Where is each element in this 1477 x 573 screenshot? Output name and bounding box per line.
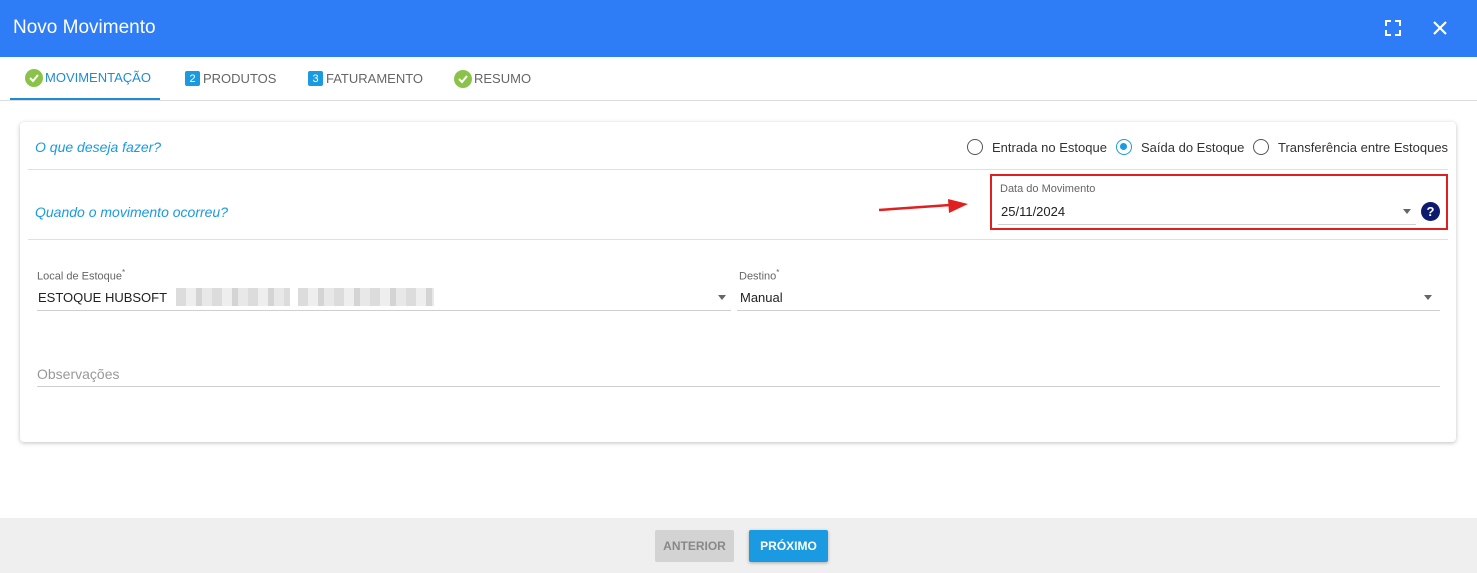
step-number-badge: 2	[185, 71, 200, 86]
chevron-down-icon[interactable]	[1424, 295, 1432, 300]
close-icon[interactable]	[1430, 18, 1450, 38]
question-what: O que deseja fazer?	[35, 139, 162, 155]
date-field[interactable]: 25/11/2024	[1001, 204, 1065, 219]
chevron-down-icon[interactable]	[718, 295, 726, 300]
divider	[28, 239, 1448, 240]
check-icon	[454, 69, 472, 88]
radio-label: Saída do Estoque	[1141, 139, 1245, 155]
fullscreen-icon[interactable]	[1383, 18, 1403, 38]
dialog-footer	[0, 518, 1477, 573]
radio-label: Transferência entre Estoques	[1278, 139, 1449, 155]
tab-produtos[interactable]: 2 PRODUTOS	[185, 57, 276, 100]
dialog-title: Novo Movimento	[13, 17, 156, 38]
radio-transferencia[interactable]: Transferência entre Estoques	[1253, 139, 1448, 155]
redacted-text	[298, 288, 434, 306]
local-estoque-select[interactable]: ESTOQUE HUBSOFT	[38, 290, 167, 305]
tab-label: MOVIMENTAÇÃO	[45, 70, 151, 85]
divider	[28, 169, 1448, 170]
tab-label: FATURAMENTO	[326, 71, 424, 86]
check-icon	[25, 68, 43, 87]
redacted-text	[176, 288, 290, 306]
destino-underline	[737, 310, 1440, 311]
radio-entrada[interactable]: Entrada no Estoque	[967, 139, 1107, 155]
wizard-tabs: MOVIMENTAÇÃO 2 PRODUTOS 3 FATURAMENTO RE…	[0, 57, 1477, 101]
movement-form-card	[20, 122, 1456, 442]
tab-resumo[interactable]: RESUMO	[454, 57, 531, 100]
chevron-down-icon[interactable]	[1403, 209, 1411, 214]
next-button[interactable]: PRÓXIMO	[749, 530, 828, 562]
observacoes-underline	[37, 386, 1440, 387]
local-label: Local de Estoque*	[37, 268, 126, 283]
tab-label: RESUMO	[474, 71, 532, 86]
date-underline	[998, 224, 1416, 225]
date-label: Data do Movimento	[1000, 183, 1096, 195]
dialog-header: Novo Movimento	[0, 0, 1477, 57]
previous-button[interactable]: ANTERIOR	[655, 530, 734, 562]
question-when: Quando o movimento ocorreu?	[35, 204, 228, 220]
radio-saida[interactable]: Saída do Estoque	[1116, 139, 1244, 155]
step-number-badge: 3	[308, 71, 323, 86]
annotation-arrow	[878, 199, 968, 213]
observacoes-field[interactable]: Observações	[37, 366, 119, 382]
destino-label: Destino*	[739, 268, 780, 283]
tab-movimentacao[interactable]: MOVIMENTAÇÃO	[10, 57, 160, 100]
destino-select[interactable]: Manual	[740, 290, 783, 305]
radio-circle-selected	[1116, 139, 1132, 155]
help-icon[interactable]: ?	[1421, 202, 1440, 221]
local-underline	[37, 310, 731, 311]
tab-faturamento[interactable]: 3 FATURAMENTO	[308, 57, 423, 100]
radio-circle	[967, 139, 983, 155]
radio-label: Entrada no Estoque	[992, 139, 1107, 155]
radio-circle	[1253, 139, 1269, 155]
tab-label: PRODUTOS	[203, 71, 277, 86]
